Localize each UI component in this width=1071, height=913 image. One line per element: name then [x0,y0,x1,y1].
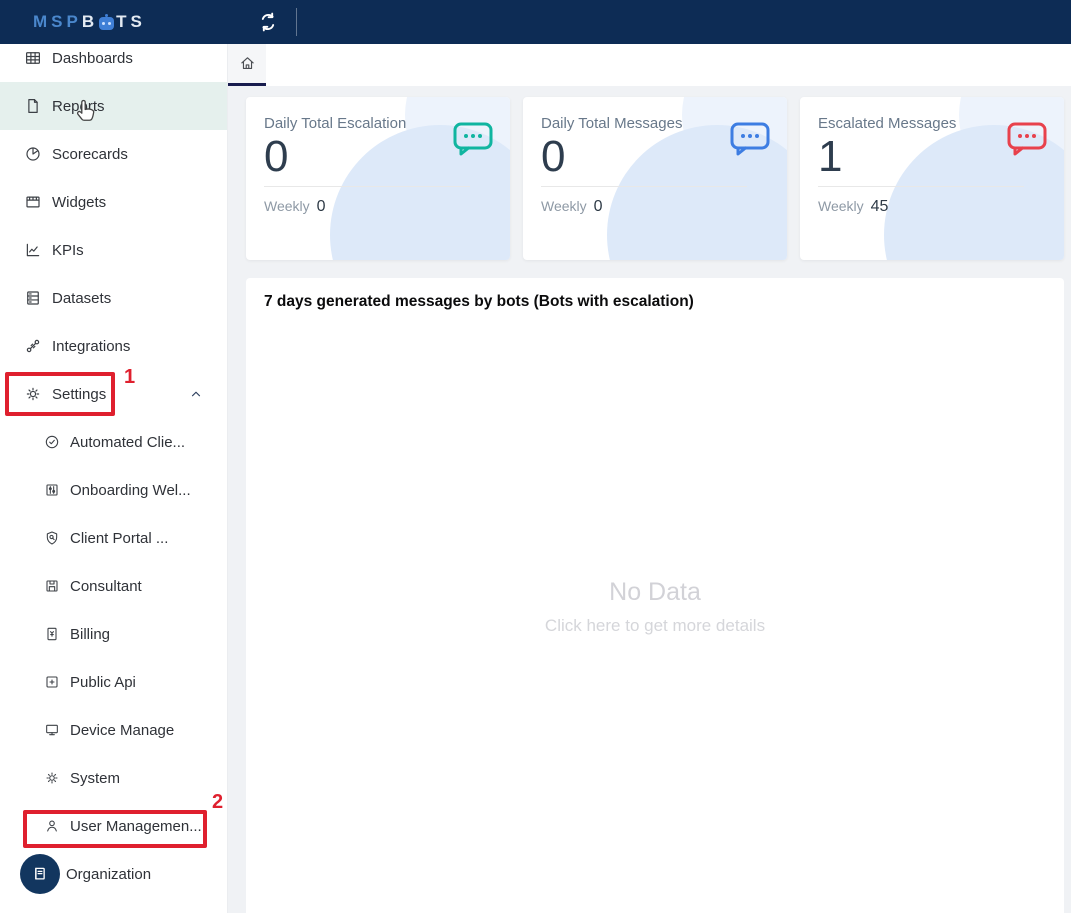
check-circle-icon [44,434,60,450]
book-icon [31,865,49,883]
billing-icon [44,626,60,642]
app-window: MSPB TS Dashboards Reports [0,0,1071,913]
sidebar-item-public-api[interactable]: Public Api [0,658,227,706]
sidebar-item-label: Integrations [52,338,130,355]
document-icon [24,97,42,115]
stat-card-escalated-messages[interactable]: Escalated Messages 1 Weekly 45 [800,97,1064,260]
sidebar: Dashboards Reports Scorecards Widgets KP… [0,44,228,913]
sidebar-item-label: Billing [70,626,110,643]
chart-panel: 7 days generated messages by bots (Bots … [246,278,1064,913]
sidebar-item-kpis[interactable]: KPIs [0,226,227,274]
weekly-label: Weekly [541,198,587,214]
sidebar-item-label: Automated Clie... [70,434,185,451]
no-data-details-link[interactable]: Click here to get more details [246,616,1064,636]
card-title: Daily Total Messages [541,115,787,132]
sliders-icon [44,482,60,498]
card-title: Escalated Messages [818,115,1064,132]
sidebar-nav: Dashboards Reports Scorecards Widgets KP… [0,44,227,898]
card-value: 1 [818,134,1064,180]
chart-panel-title: 7 days generated messages by bots (Bots … [246,278,1064,311]
monitor-icon [44,722,60,738]
sidebar-item-billing[interactable]: Billing [0,610,227,658]
card-divider [264,186,470,187]
sidebar-item-widgets[interactable]: Widgets [0,178,227,226]
plus-square-icon [44,674,60,690]
mspbots-logo: MSPB TS [33,12,146,32]
card-divider [541,186,747,187]
home-icon [239,55,256,72]
card-title: Daily Total Escalation [264,115,510,132]
floppy-icon [44,578,60,594]
gear-icon [44,770,60,786]
sidebar-item-label: Settings [52,386,106,403]
line-chart-icon [24,241,42,259]
no-data-text: No Data [246,578,1064,607]
sidebar-item-device-manage[interactable]: Device Manage [0,706,227,754]
main-content: Daily Total Escalation 0 Weekly 0 [228,86,1071,913]
weekly-value: 0 [317,198,326,216]
shield-search-icon [44,530,60,546]
tab-home[interactable] [228,44,266,86]
logo-text-ts: TS [116,12,146,32]
sidebar-item-label: Device Manage [70,722,174,739]
weekly-value: 45 [871,198,889,216]
stat-card-daily-total-messages[interactable]: Daily Total Messages 0 Weekly 0 [523,97,787,260]
card-divider [818,186,1024,187]
sidebar-item-settings[interactable]: Settings [0,370,227,418]
pie-chart-icon [24,145,42,163]
weekly-value: 0 [594,198,603,216]
dataset-icon [24,289,42,307]
sidebar-item-label: Public Api [70,674,136,691]
sidebar-item-label: Scorecards [52,146,128,163]
widget-icon [24,193,42,211]
logo-text-msp: MSP [33,12,82,32]
sidebar-item-label: Client Portal ... [70,530,168,547]
app-header: MSPB TS [0,0,1071,44]
sidebar-item-consultant[interactable]: Consultant [0,562,227,610]
no-data-block: No Data Click here to get more details [246,578,1064,636]
card-value: 0 [264,134,510,180]
robot-logo-icon [99,17,114,30]
sidebar-item-automated-client[interactable]: Automated Clie... [0,418,227,466]
sidebar-item-label: Datasets [52,290,111,307]
sidebar-item-label: User Managemen... [70,818,202,835]
sidebar-item-reports[interactable]: Reports [0,82,227,130]
sidebar-item-onboarding[interactable]: Onboarding Wel... [0,466,227,514]
sidebar-item-label: Widgets [52,194,106,211]
sidebar-item-user-management[interactable]: User Managemen... [0,802,227,850]
sidebar-item-label: Reports [52,98,105,115]
sidebar-item-label: Consultant [70,578,142,595]
sidebar-item-system[interactable]: System [0,754,227,802]
sidebar-item-datasets[interactable]: Datasets [0,274,227,322]
organization-avatar [20,854,60,894]
sidebar-item-label: Dashboards [52,50,133,67]
plug-icon [24,337,42,355]
chevron-up-icon[interactable] [189,387,203,401]
sidebar-item-label: Organization [66,866,151,883]
stat-card-daily-total-escalation[interactable]: Daily Total Escalation 0 Weekly 0 [246,97,510,260]
stat-cards-row: Daily Total Escalation 0 Weekly 0 [246,97,1064,260]
sidebar-item-client-portal[interactable]: Client Portal ... [0,514,227,562]
header-divider [296,8,297,36]
sidebar-item-label: Onboarding Wel... [70,482,191,499]
weekly-label: Weekly [264,198,310,214]
logo-text-b: B [82,12,98,32]
refresh-icon[interactable] [256,10,280,34]
sidebar-item-integrations[interactable]: Integrations [0,322,227,370]
sidebar-item-organization[interactable]: Organization [0,850,227,898]
user-icon [44,818,60,834]
weekly-label: Weekly [818,198,864,214]
sidebar-item-scorecards[interactable]: Scorecards [0,130,227,178]
tab-bar [228,44,1071,86]
card-value: 0 [541,134,787,180]
sidebar-item-dashboards[interactable]: Dashboards [0,44,227,82]
gear-icon [24,385,42,403]
sidebar-item-label: KPIs [52,242,84,259]
grid-icon [24,49,42,67]
sidebar-item-label: System [70,770,120,787]
